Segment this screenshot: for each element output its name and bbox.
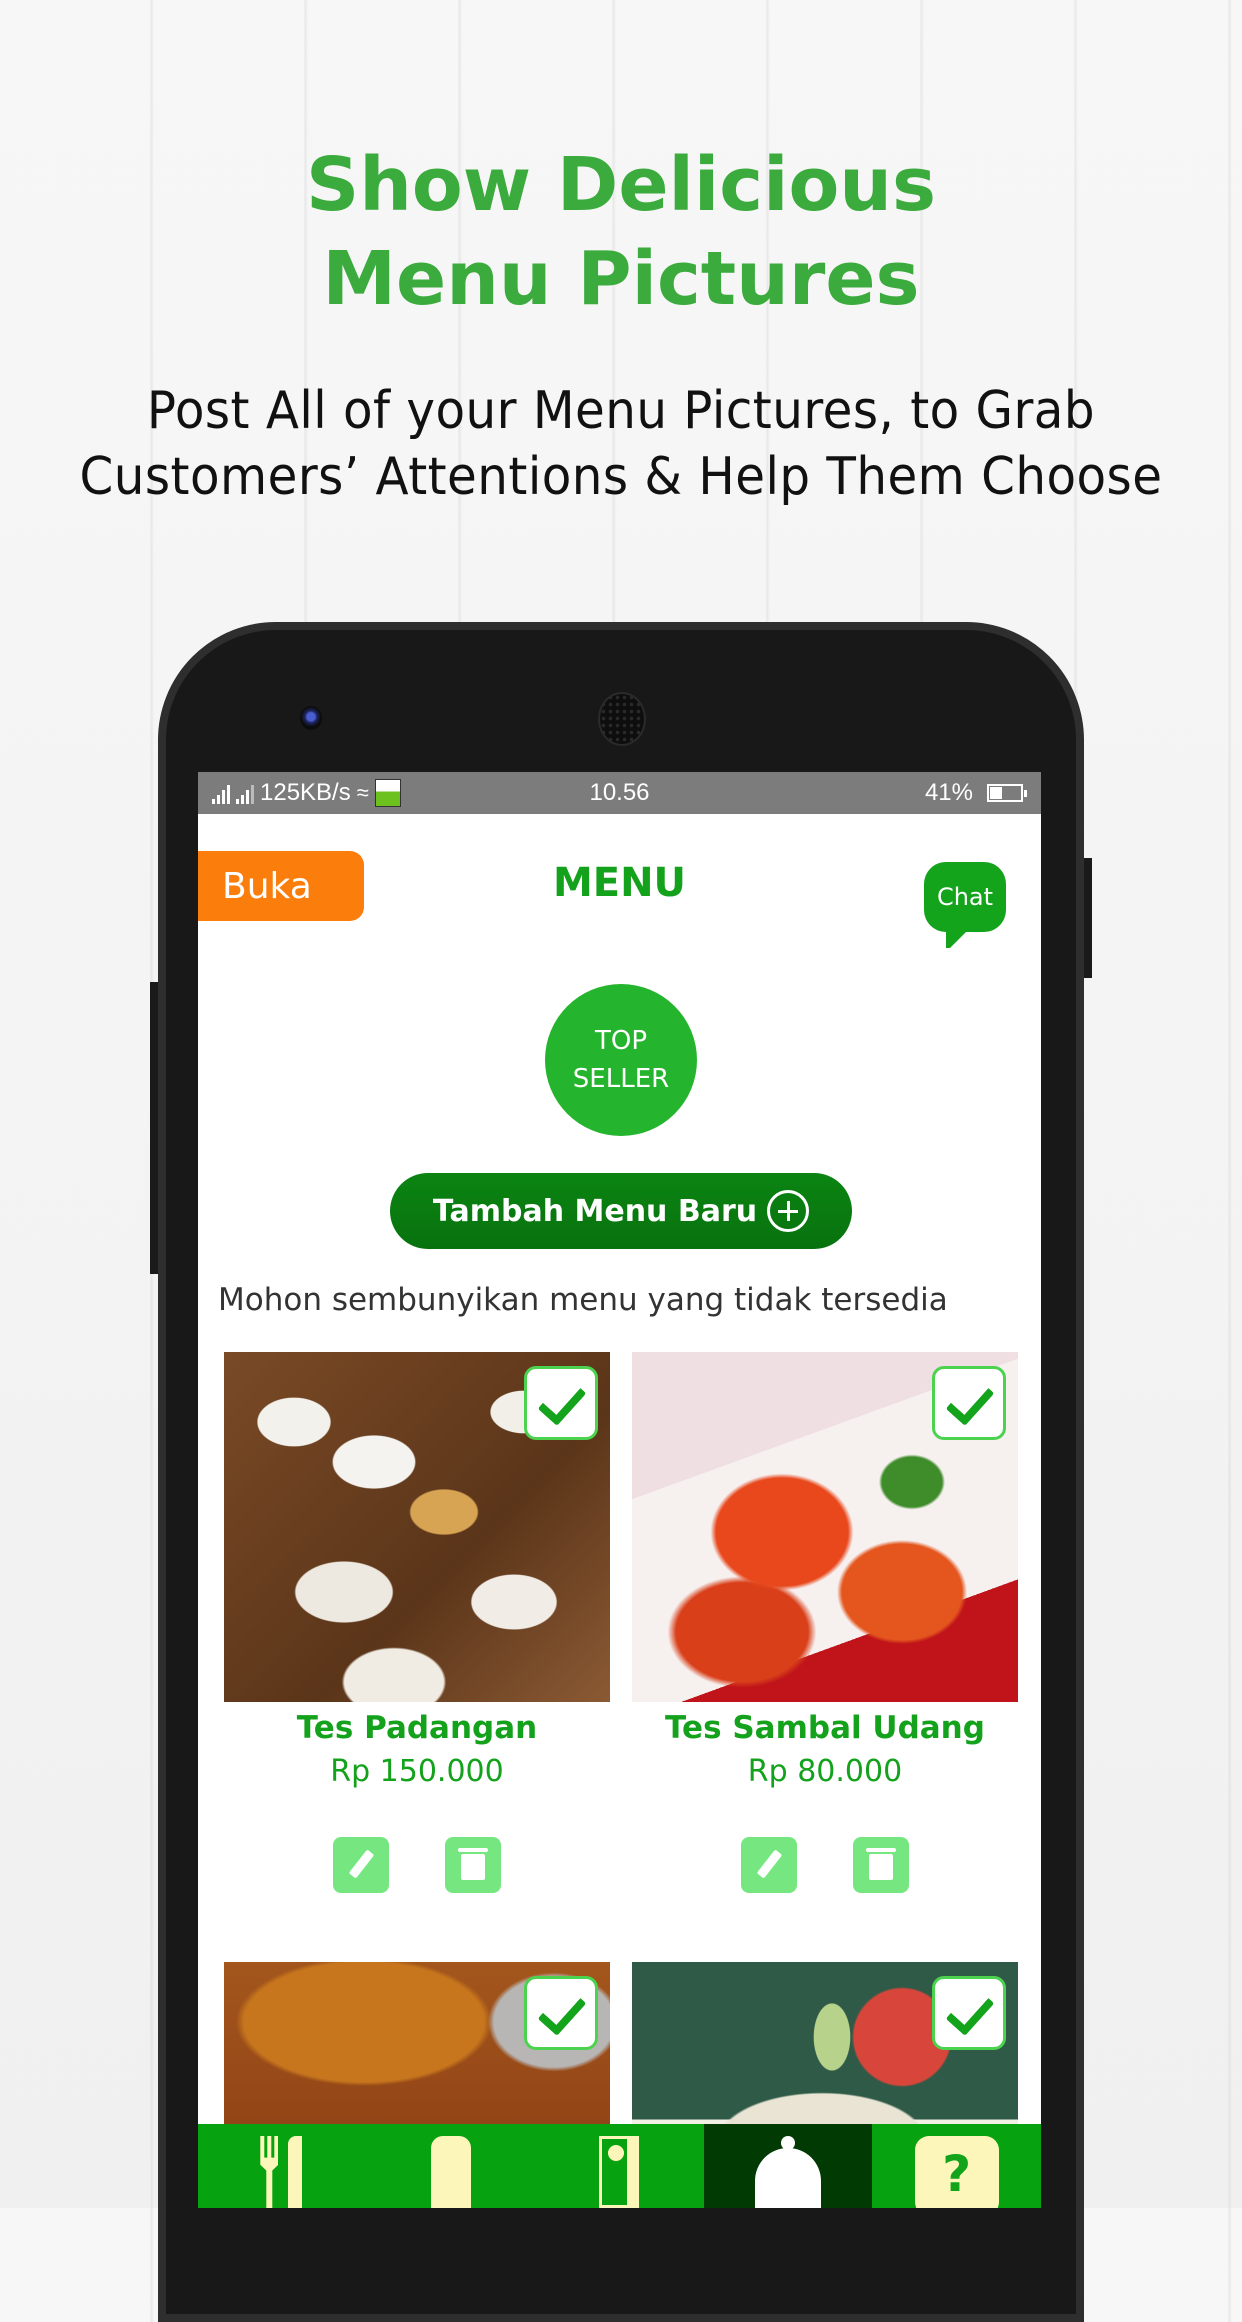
menu-item-price: Rp 150.000 — [330, 1754, 504, 1789]
menu-item-name: Tes Padangan — [296, 1710, 538, 1746]
top-seller-button[interactable]: TOP SELLER — [545, 984, 697, 1136]
app-screen: 125KB/s ≈ 10.56 41% Buka MENU Chat TOP S… — [198, 772, 1041, 2208]
visibility-checkbox[interactable] — [524, 1366, 598, 1440]
plus-circle-icon — [767, 1190, 810, 1232]
promo-headline: Show Delicious Menu Pictures — [0, 138, 1242, 326]
top-seller-line2: SELLER — [572, 1064, 670, 1094]
fork-knife-icon — [252, 2136, 312, 2208]
menu-item-card: Tes Sambal Udang Rp 80.000 — [632, 1352, 1018, 1893]
phone-power-button — [1084, 858, 1092, 978]
status-bar: 125KB/s ≈ 10.56 41% — [198, 772, 1041, 814]
promo-subline-line2: Customers’ Attentions & Help Them Choose — [79, 447, 1163, 507]
promo-headline-line1: Show Delicious — [305, 142, 937, 228]
promo-subline-line1: Post All of your Menu Pictures, to Grab — [146, 381, 1096, 441]
help-icon: ? — [914, 2136, 999, 2208]
page-title: MENU — [552, 860, 687, 906]
nav-report[interactable] — [535, 2124, 704, 2208]
status-time: 10.56 — [589, 779, 650, 806]
bottom-navigation: ? — [198, 2124, 1041, 2208]
delete-button[interactable] — [445, 1837, 501, 1893]
menu-item-price: Rp 80.000 — [747, 1754, 903, 1789]
battery-icon — [987, 784, 1027, 802]
add-menu-label: Tambah Menu Baru — [432, 1193, 758, 1229]
visibility-checkbox[interactable] — [932, 1976, 1006, 2050]
front-camera-icon — [300, 706, 322, 730]
chat-button[interactable]: Chat — [924, 862, 1006, 948]
add-menu-button[interactable]: Tambah Menu Baru — [390, 1173, 852, 1249]
menu-item-photo[interactable] — [224, 1352, 610, 1702]
nav-help[interactable]: ? — [872, 2124, 1041, 2208]
speaker-grille-icon — [598, 692, 646, 746]
hide-menu-hint: Mohon sembunyikan menu yang tidak tersed… — [218, 1282, 948, 1318]
menu-item-name: Tes Sambal Udang — [665, 1710, 985, 1746]
delete-button[interactable] — [853, 1837, 909, 1893]
nav-menu[interactable] — [198, 2124, 367, 2208]
promo-subline: Post All of your Menu Pictures, to Grab … — [0, 378, 1242, 510]
top-seller-line1: TOP — [594, 1026, 648, 1056]
cloche-icon — [755, 2136, 822, 2208]
nav-orders[interactable] — [703, 2124, 873, 2208]
visibility-checkbox[interactable] — [524, 1976, 598, 2050]
report-document-icon — [599, 2136, 640, 2208]
nav-chef[interactable] — [367, 2124, 536, 2208]
menu-item-card: Tes Padangan Rp 150.000 — [224, 1352, 610, 1893]
visibility-checkbox[interactable] — [932, 1366, 1006, 1440]
chef-hat-icon — [430, 2136, 471, 2208]
edit-button[interactable] — [741, 1837, 797, 1893]
battery-percent: 41% — [924, 779, 973, 806]
edit-button[interactable] — [333, 1837, 389, 1893]
promo-headline-line2: Menu Pictures — [322, 236, 920, 322]
app-header: Buka MENU Chat — [198, 814, 1041, 948]
menu-item-photo[interactable] — [632, 1352, 1018, 1702]
